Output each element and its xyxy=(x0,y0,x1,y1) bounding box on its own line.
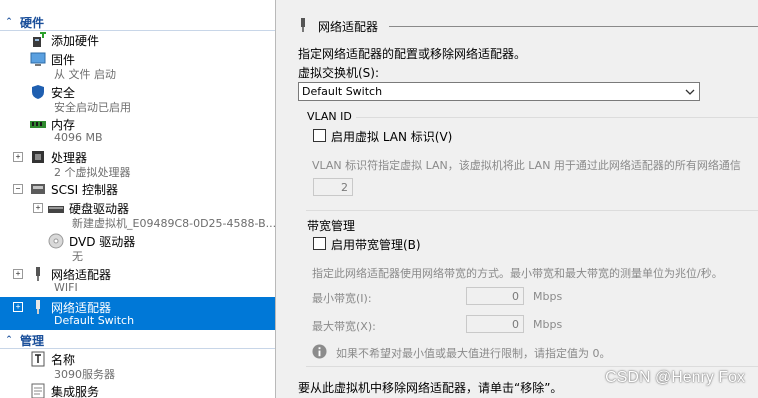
virtual-switch-label: 虚拟交换机(S): xyxy=(298,66,380,80)
virtual-switch-select[interactable]: Default Switch xyxy=(298,82,700,101)
shield-icon xyxy=(32,85,44,99)
tree-item-label: 添加硬件 xyxy=(51,34,100,48)
tree-item-dvd-drive[interactable]: DVD 驱动器 无 xyxy=(0,231,275,263)
tree-item-hard-drive[interactable]: + 硬盘驱动器 新建虚拟机_E09489C8-0D25-4588-B... xyxy=(0,198,275,230)
tree-item-firmware[interactable]: 固件 从 文件 启动 xyxy=(0,49,275,81)
firmware-icon xyxy=(30,52,46,66)
section-divider xyxy=(389,26,758,27)
tree-item-label: 集成服务 xyxy=(51,385,100,398)
tree-item-label: SCSI 控制器 xyxy=(51,183,118,197)
section-title: 网络适配器 xyxy=(318,20,379,34)
tree-item-scsi-controller[interactable]: − SCSI 控制器 xyxy=(0,180,275,198)
bandwidth-group-bottom xyxy=(306,366,758,367)
collapse-chevron-icon[interactable]: ⌃ xyxy=(2,17,16,27)
max-bandwidth-label: 最大带宽(X): xyxy=(312,320,376,333)
expand-plus-icon[interactable]: + xyxy=(13,269,23,279)
watermark: CSDN @Henry Fox xyxy=(605,369,745,386)
processor-icon xyxy=(32,151,44,163)
chevron-down-icon[interactable] xyxy=(685,88,695,96)
network-adapter-icon xyxy=(36,300,40,314)
enable-vlan-label: 启用虚拟 LAN 标识(V) xyxy=(331,130,453,144)
tree-item-sub: 3090服务器 xyxy=(54,368,115,381)
tree-item-network-adapter-default-switch[interactable]: + 网络适配器 Default Switch xyxy=(0,297,275,330)
min-bandwidth-input[interactable]: 0 xyxy=(466,287,524,305)
integration-services-icon xyxy=(31,383,45,398)
tree-item-integration-services[interactable]: 集成服务 xyxy=(0,381,275,398)
hardware-header-label: 硬件 xyxy=(20,15,45,30)
vlan-group-label: VLAN ID xyxy=(307,110,352,123)
enable-vlan-checkbox[interactable] xyxy=(313,129,326,142)
max-bandwidth-unit: Mbps xyxy=(533,318,563,331)
vlan-id-input[interactable]: 2 xyxy=(313,178,353,196)
tree-item-sub: 无 xyxy=(72,250,83,263)
remove-instructions: 要从此虚拟机中移除网络适配器，请单击“移除”。 xyxy=(298,381,563,395)
tree-item-sub: 安全启动已启用 xyxy=(54,101,131,114)
manage-header-label: 管理 xyxy=(20,333,45,348)
tree-item-memory[interactable]: 内存 4096 MB xyxy=(0,114,275,146)
max-bandwidth-input[interactable]: 0 xyxy=(466,315,524,333)
bandwidth-group-label: 带宽管理 xyxy=(307,219,356,233)
dvd-disc-icon xyxy=(48,233,64,249)
expand-plus-icon[interactable]: + xyxy=(13,302,23,312)
tree-item-sub: 2 个虚拟处理器 xyxy=(54,166,131,179)
min-bandwidth-unit: Mbps xyxy=(533,290,563,303)
enable-bandwidth-label: 启用带宽管理(B) xyxy=(331,238,421,252)
vlan-description: VLAN 标识符指定虚拟 LAN，该虚拟机将此 LAN 用于通过此网络适配器的所… xyxy=(312,159,741,172)
tree-item-security[interactable]: 安全 安全启动已启用 xyxy=(0,82,275,114)
hardware-tree: ⌃ 硬件 添加硬件 固件 从 文件 启动 安全 安全启动已启用 内存 4096 … xyxy=(0,0,276,398)
tree-item-sub: WIFI xyxy=(54,281,78,294)
network-adapter-icon xyxy=(36,267,40,281)
bandwidth-description: 指定此网络适配器使用网络带宽的方式。最小带宽和最大带宽的测量单位为兆位/秒。 xyxy=(312,267,723,280)
tree-item-network-adapter-wifi[interactable]: + 网络适配器 WIFI xyxy=(0,264,275,297)
collapse-chevron-icon[interactable]: ⌃ xyxy=(2,335,16,345)
info-icon xyxy=(312,344,327,359)
vlan-group-border xyxy=(356,117,758,118)
virtual-switch-value: Default Switch xyxy=(302,85,383,98)
expand-plus-icon[interactable]: + xyxy=(13,152,23,162)
tree-item-sub: 新建虚拟机_E09489C8-0D25-4588-B... xyxy=(72,217,276,230)
min-bandwidth-label: 最小带宽(I): xyxy=(312,292,372,305)
tree-item-sub: Default Switch xyxy=(54,314,135,327)
enable-bandwidth-checkbox[interactable] xyxy=(313,237,326,250)
bandwidth-info-text: 如果不希望对最小值或最大值进行限制，请指定值为 0。 xyxy=(336,347,611,360)
hard-drive-icon xyxy=(48,206,64,213)
tree-item-sub: 从 文件 启动 xyxy=(54,68,116,81)
name-text-icon xyxy=(31,351,45,367)
hardware-section-header[interactable]: ⌃ 硬件 xyxy=(0,14,275,31)
scsi-controller-icon xyxy=(31,184,45,194)
add-hardware-icon xyxy=(33,32,46,47)
tree-item-processor[interactable]: + 处理器 2 个虚拟处理器 xyxy=(0,147,275,179)
adapter-description: 指定网络适配器的配置或移除网络适配器。 xyxy=(298,47,527,61)
tree-item-sub: 4096 MB xyxy=(54,131,103,144)
network-adapter-settings-panel: 网络适配器 指定网络适配器的配置或移除网络适配器。 虚拟交换机(S): Defa… xyxy=(276,0,758,398)
tree-item-add-hardware[interactable]: 添加硬件 xyxy=(0,31,275,49)
network-adapter-icon xyxy=(301,18,305,32)
manage-section-header[interactable]: ⌃ 管理 xyxy=(0,332,275,349)
expand-plus-icon[interactable]: + xyxy=(33,203,43,213)
tree-item-name[interactable]: 名称 3090服务器 xyxy=(0,349,275,381)
memory-icon xyxy=(30,121,46,128)
vlan-group-bottom xyxy=(306,210,758,211)
collapse-minus-icon[interactable]: − xyxy=(13,184,23,194)
